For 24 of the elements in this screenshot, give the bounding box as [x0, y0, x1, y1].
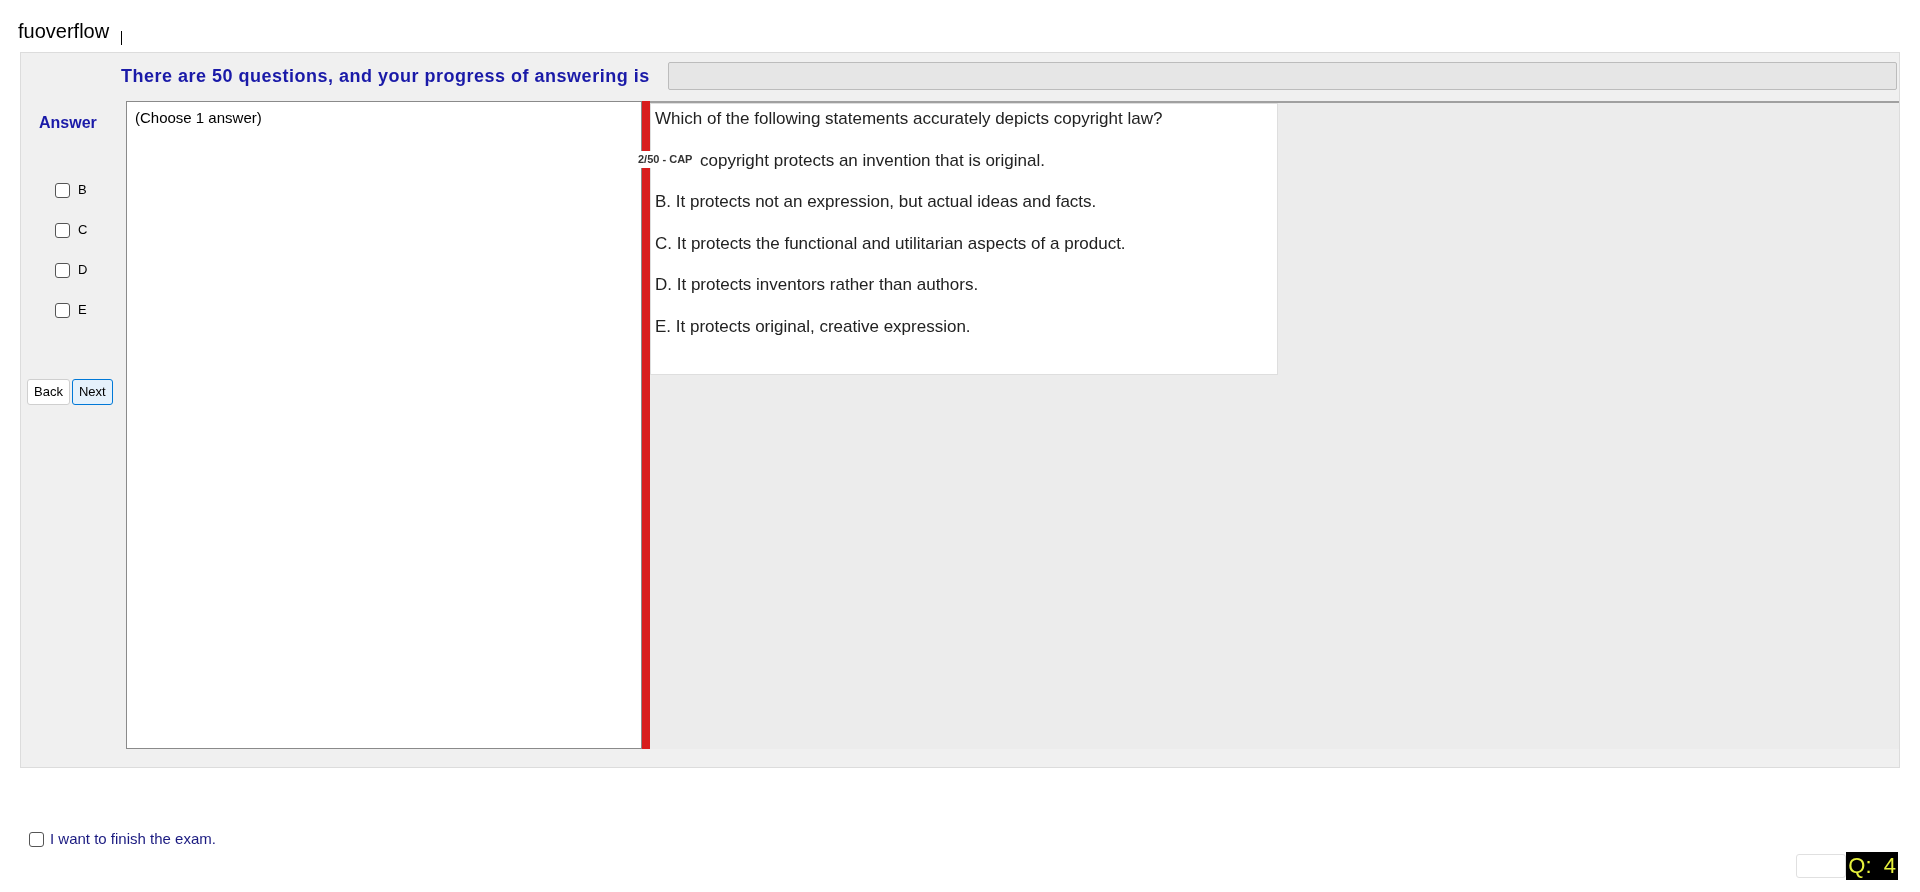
answer-label: Answer: [39, 113, 98, 133]
answer-choice: B. It protects not an expression, but actual ideas and facts.: [655, 191, 1098, 213]
question-text: Which of the following statements accurately depicts copyright law?: [655, 108, 1164, 130]
question-counter: Q: 4: [1846, 852, 1898, 880]
checkbox[interactable]: [55, 302, 70, 318]
answer-choice: C. It protects the functional and utilitarian aspects of a product.: [655, 232, 1127, 255]
answer-choice: D. It protects inventors rather than authors.: [655, 274, 980, 296]
question-tag: 2/50 - CAP: [636, 151, 695, 168]
back-button[interactable]: Back: [27, 379, 70, 405]
checkbox[interactable]: [55, 262, 70, 278]
option-letter: B: [78, 181, 87, 200]
checkbox[interactable]: [55, 222, 70, 238]
app-title: fuoverflow: [18, 19, 110, 44]
next-button[interactable]: Next: [71, 379, 113, 405]
input-field[interactable]: [1796, 854, 1847, 878]
option-letter: C: [78, 221, 88, 240]
finish-label: I want to finish the exam.: [50, 829, 216, 849]
option-letter: D: [78, 261, 88, 280]
option-letter: E: [78, 301, 87, 320]
checkbox[interactable]: [55, 182, 70, 198]
progress-label: There are 50 questions, and your progress of answering is: [121, 64, 650, 88]
answer-choice: copyright protects an invention that is original.: [700, 149, 1046, 172]
checkbox[interactable]: [29, 831, 44, 847]
answer-choice: E. It protects original, creative expression.: [655, 315, 972, 338]
